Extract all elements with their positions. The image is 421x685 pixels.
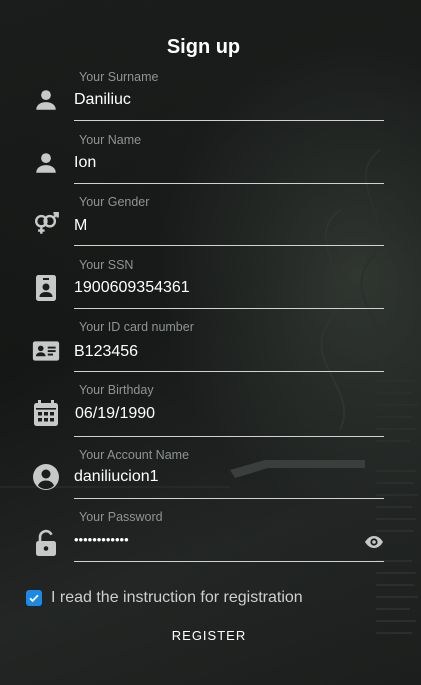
password-field[interactable]: Your Password •••••••••••• (0, 508, 421, 570)
password-label: Your Password (79, 510, 163, 524)
birthday-label: Your Birthday (79, 383, 154, 397)
account-name-input[interactable]: daniliucion1 (74, 468, 159, 486)
id-card-input[interactable]: B123456 (74, 343, 138, 361)
id-badge-icon (32, 274, 60, 302)
name-label: Your Name (79, 133, 142, 147)
person-icon (32, 86, 60, 114)
name-field[interactable]: Your Name Ion (0, 131, 421, 193)
gender-input[interactable]: M (74, 217, 87, 235)
surname-label: Your Surname (79, 70, 159, 84)
unlock-icon (32, 529, 60, 557)
register-button[interactable]: REGISTER (0, 628, 418, 643)
gender-icon (32, 210, 60, 238)
ssn-underline (74, 308, 384, 309)
surname-input[interactable]: Daniliuc (74, 91, 131, 109)
id-card-icon (32, 337, 60, 365)
surname-underline (74, 120, 384, 121)
account-name-field[interactable]: Your Account Name daniliucion1 (0, 446, 421, 508)
name-input[interactable]: Ion (74, 154, 96, 172)
birthday-underline (74, 436, 384, 437)
id-card-label: Your ID card number (79, 320, 194, 334)
gender-underline (74, 245, 384, 246)
ssn-field[interactable]: Your SSN 1900609354361 (0, 256, 421, 318)
calendar-icon (32, 399, 60, 427)
account-name-underline (74, 498, 384, 499)
gender-label: Your Gender (79, 195, 150, 209)
password-underline (74, 561, 384, 562)
agreement-checkbox[interactable] (26, 590, 42, 606)
person-icon (32, 149, 60, 177)
surname-field[interactable]: Your Surname Daniliuc (0, 68, 421, 130)
birthday-input[interactable]: 06/19/1990 (75, 405, 155, 423)
ssn-input[interactable]: 1900609354361 (74, 279, 190, 297)
id-card-underline (74, 371, 384, 372)
account-name-label: Your Account Name (79, 448, 190, 462)
name-underline (74, 183, 384, 184)
checkmark-icon (29, 594, 39, 603)
agreement-row[interactable]: I read the instruction for registration (26, 588, 303, 608)
ssn-label: Your SSN (79, 258, 134, 272)
account-circle-icon (32, 463, 60, 491)
birthday-field[interactable]: Your Birthday 06/19/1990 (0, 381, 421, 443)
gender-field[interactable]: Your Gender M (0, 193, 421, 255)
id-card-field[interactable]: Your ID card number B123456 (0, 318, 421, 380)
eye-icon[interactable] (364, 535, 384, 549)
agreement-label: I read the instruction for registration (51, 589, 303, 606)
page-title: Sign up (166, 36, 241, 58)
password-input[interactable]: •••••••••••• (74, 532, 129, 547)
